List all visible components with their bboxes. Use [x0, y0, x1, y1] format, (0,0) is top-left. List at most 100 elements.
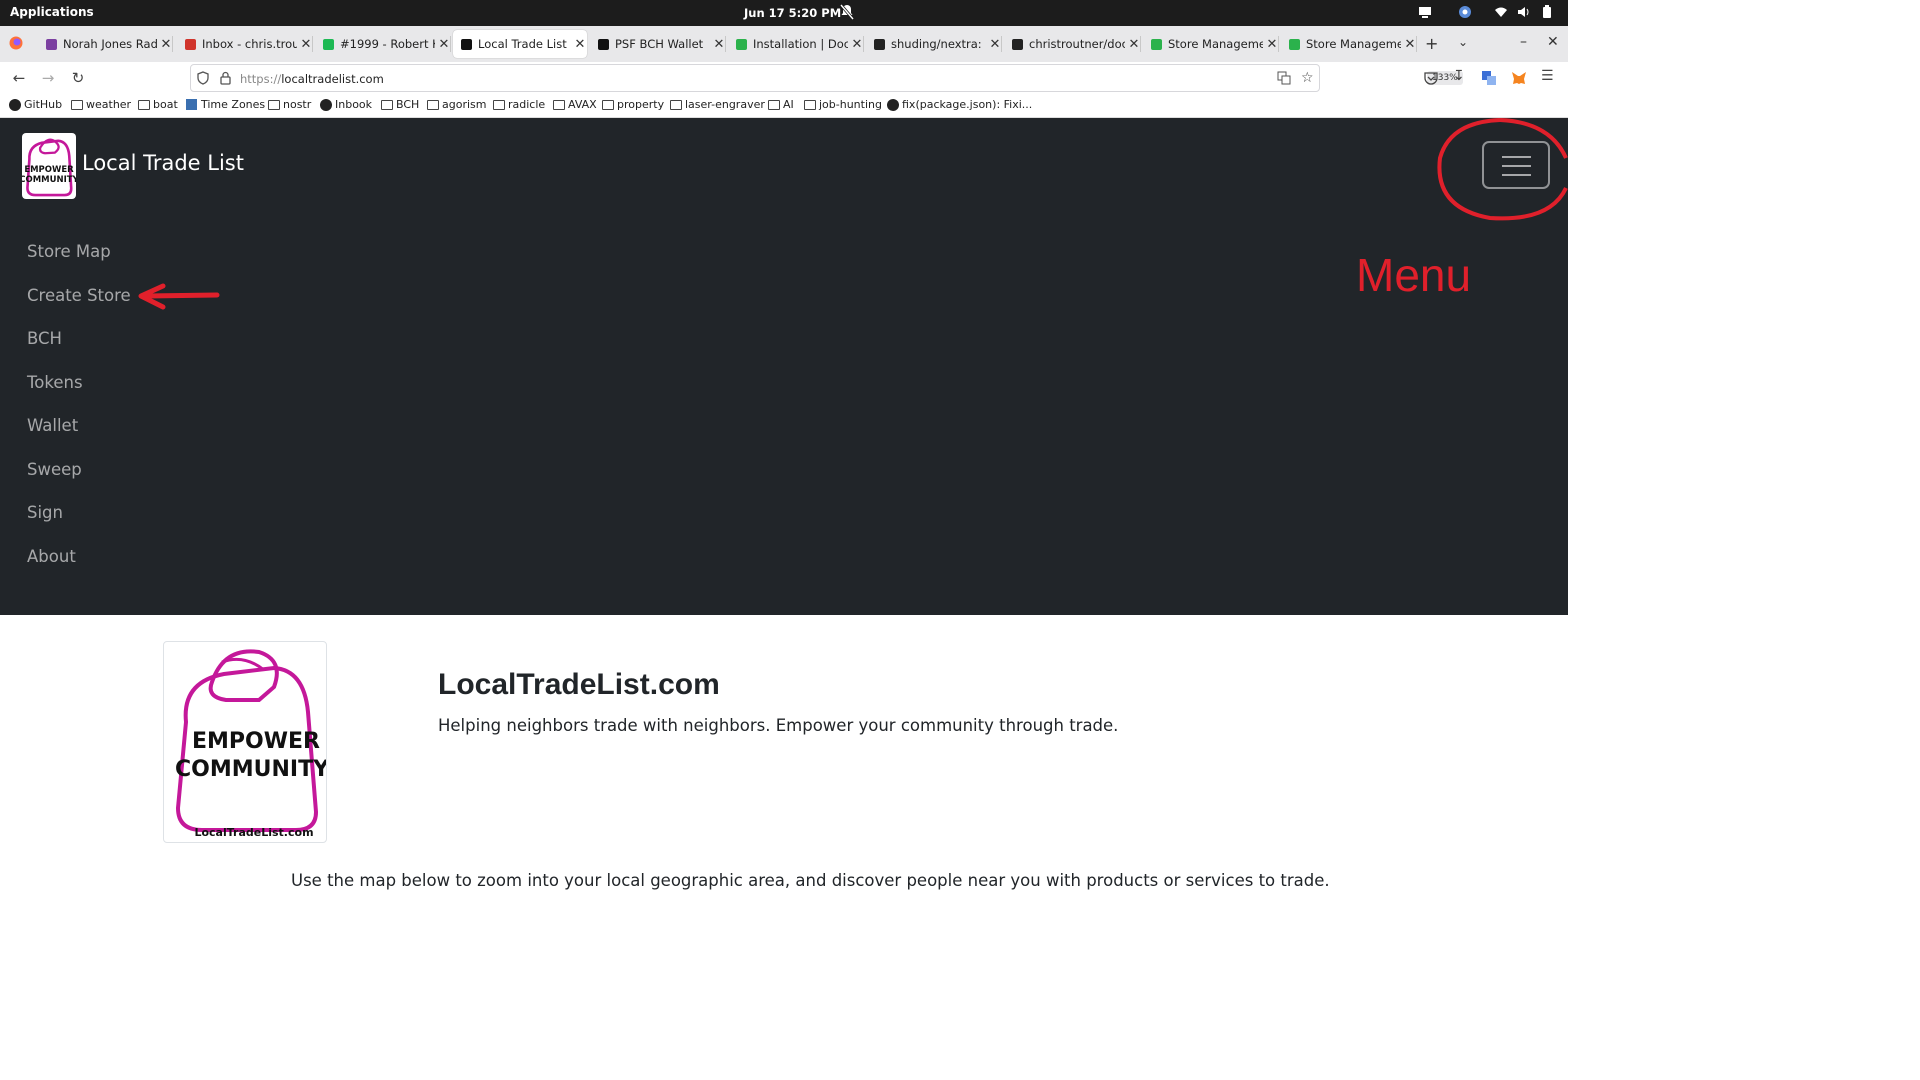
- close-tab-icon[interactable]: ✕: [1127, 37, 1141, 52]
- bookmark-item[interactable]: radicle: [493, 98, 545, 111]
- close-tab-icon[interactable]: ✕: [299, 37, 313, 52]
- close-tab-icon[interactable]: ✕: [988, 37, 1002, 52]
- pocket-icon[interactable]: [1424, 70, 1438, 89]
- browser-tab[interactable]: shuding/nextra: Si ✕: [866, 30, 1002, 58]
- bookmark-item[interactable]: Inbook: [320, 98, 372, 111]
- site-logo[interactable]: EMPOWER COMMUNITY: [22, 133, 76, 199]
- browser-tab[interactable]: Local Trade List ✕: [453, 30, 587, 58]
- bookmark-item[interactable]: weather: [71, 98, 131, 111]
- notifications-muted-icon[interactable]: [839, 4, 855, 20]
- browser-tab[interactable]: Inbox - chris.trout ✕: [177, 30, 313, 58]
- url-bar[interactable]: https://localtradelist.com 133% ☆: [190, 64, 1463, 92]
- bookmark-item[interactable]: agorism: [427, 98, 486, 111]
- applications-menu[interactable]: Applications: [10, 5, 94, 19]
- volume-icon[interactable]: [1517, 5, 1533, 21]
- clock[interactable]: Jun 17 5:20 PM: [744, 6, 841, 20]
- bookmark-item[interactable]: GitHub: [9, 98, 62, 111]
- bookmark-item[interactable]: laser-engraver: [670, 98, 765, 111]
- folder-icon: [268, 99, 280, 110]
- bookmark-item[interactable]: boat: [138, 98, 178, 111]
- lock-icon[interactable]: [220, 71, 231, 88]
- menu-item-sign[interactable]: Sign: [27, 503, 63, 522]
- close-tab-icon[interactable]: ✕: [850, 37, 864, 52]
- github-icon: [320, 98, 332, 111]
- close-tab-icon[interactable]: ✕: [1265, 37, 1279, 52]
- menu-item-create-store[interactable]: Create Store: [27, 286, 131, 305]
- tab-title: Store Management: [1168, 37, 1263, 51]
- folder-icon: [138, 99, 150, 110]
- list-all-tabs-button[interactable]: ⌄: [1458, 35, 1468, 49]
- url-text[interactable]: https://localtradelist.com: [240, 72, 384, 86]
- tab-title: shuding/nextra: Si: [891, 37, 986, 51]
- shield-icon[interactable]: [197, 71, 209, 88]
- menu-item-sweep[interactable]: Sweep: [27, 460, 82, 479]
- bookmark-label: weather: [86, 98, 132, 111]
- battery-icon[interactable]: [1542, 5, 1558, 21]
- menu-item-tokens[interactable]: Tokens: [27, 373, 83, 392]
- close-tab-icon[interactable]: ✕: [159, 37, 173, 52]
- close-window-button[interactable]: ✕: [1547, 34, 1559, 50]
- menu-annotation-label: Menu: [1356, 249, 1472, 301]
- map-instructions: Use the map below to zoom into your loca…: [291, 871, 1330, 890]
- bookmark-label: Inbook: [335, 98, 373, 111]
- translate-icon[interactable]: [1277, 71, 1291, 88]
- close-tab-icon[interactable]: ✕: [437, 37, 451, 52]
- bookmark-item[interactable]: property: [602, 98, 664, 111]
- bookmark-label: fix(package.json): Fixi...: [902, 98, 1033, 111]
- site-brand[interactable]: Local Trade List: [82, 151, 244, 175]
- metamask-icon[interactable]: [1511, 70, 1527, 89]
- empower-community-logo: EMPOWER COMMUNITY LocalTradeList.com: [163, 641, 327, 843]
- back-button[interactable]: ←: [9, 68, 29, 88]
- bookmark-item[interactable]: AVAX: [553, 98, 597, 111]
- close-tab-icon[interactable]: ✕: [712, 37, 726, 52]
- new-tab-button[interactable]: +: [1425, 34, 1438, 53]
- bookmark-star-icon[interactable]: ☆: [1301, 70, 1314, 86]
- logo-text-empower: EMPOWER: [192, 729, 320, 754]
- bookmark-item[interactable]: AI: [768, 98, 794, 111]
- doc-icon: [736, 38, 747, 50]
- downloads-icon[interactable]: ↧: [1453, 68, 1465, 84]
- menu-item-bch[interactable]: BCH: [27, 329, 62, 348]
- firefox-icon[interactable]: [9, 36, 23, 50]
- close-tab-icon[interactable]: ✕: [573, 37, 587, 52]
- translate-extension-icon[interactable]: [1482, 70, 1496, 89]
- browser-tab[interactable]: Norah Jones Radio✕: [38, 30, 173, 58]
- folder-icon: [670, 99, 682, 110]
- music-icon: [46, 38, 57, 50]
- reload-button[interactable]: ↻: [68, 68, 88, 88]
- bookmark-item[interactable]: fix(package.json): Fixi...: [887, 98, 1032, 111]
- bookmark-item[interactable]: job-hunting: [804, 98, 882, 111]
- navbar-toggler-button[interactable]: [1482, 141, 1550, 189]
- menu-item-about[interactable]: About: [27, 547, 76, 566]
- browser-tab[interactable]: Store Management✕: [1143, 30, 1279, 58]
- chrome-icon[interactable]: [1458, 5, 1474, 21]
- minimize-button[interactable]: –: [1520, 34, 1527, 50]
- browser-tab[interactable]: #1999 - Robert Ken✕: [315, 30, 451, 58]
- browser-tab[interactable]: Store Management✕: [1281, 30, 1417, 58]
- close-tab-icon[interactable]: ✕: [1403, 37, 1417, 52]
- tab-title: Installation | Docu: [753, 37, 848, 51]
- menu-item-wallet[interactable]: Wallet: [27, 416, 78, 435]
- bookmark-label: BCH: [396, 98, 420, 111]
- logo-text-community: COMMUNITY: [175, 757, 327, 782]
- browser-tab[interactable]: christroutner/doc ✕: [1004, 30, 1141, 58]
- folder-icon: [71, 99, 83, 110]
- bookmark-label: AVAX: [568, 98, 597, 111]
- app-menu-icon[interactable]: ☰: [1541, 68, 1554, 84]
- bookmark-item[interactable]: nostr: [268, 98, 311, 111]
- browser-tab[interactable]: PSF BCH Wallet ✕: [590, 30, 726, 58]
- bookmark-item[interactable]: BCH: [381, 98, 419, 111]
- bookmark-item[interactable]: Time Zones: [186, 98, 265, 111]
- menu-item-store-map[interactable]: Store Map: [27, 242, 111, 261]
- logo-text-community: COMMUNITY: [22, 175, 76, 185]
- bookmarks-bar: GitHub weather boat Time Zones nostr Inbook BC…: [0, 94, 1568, 118]
- tab-title: Store Management: [1306, 37, 1401, 51]
- folder-icon: [602, 99, 614, 110]
- display-icon[interactable]: [1418, 5, 1434, 21]
- bookmark-label: radicle: [508, 98, 546, 111]
- wifi-icon[interactable]: [1494, 5, 1510, 21]
- forward-button[interactable]: →: [38, 68, 58, 88]
- bookmark-label: agorism: [442, 98, 487, 111]
- browser-tab[interactable]: Installation | Docu ✕: [728, 30, 864, 58]
- tab-title: Inbox - chris.trout: [202, 37, 297, 51]
